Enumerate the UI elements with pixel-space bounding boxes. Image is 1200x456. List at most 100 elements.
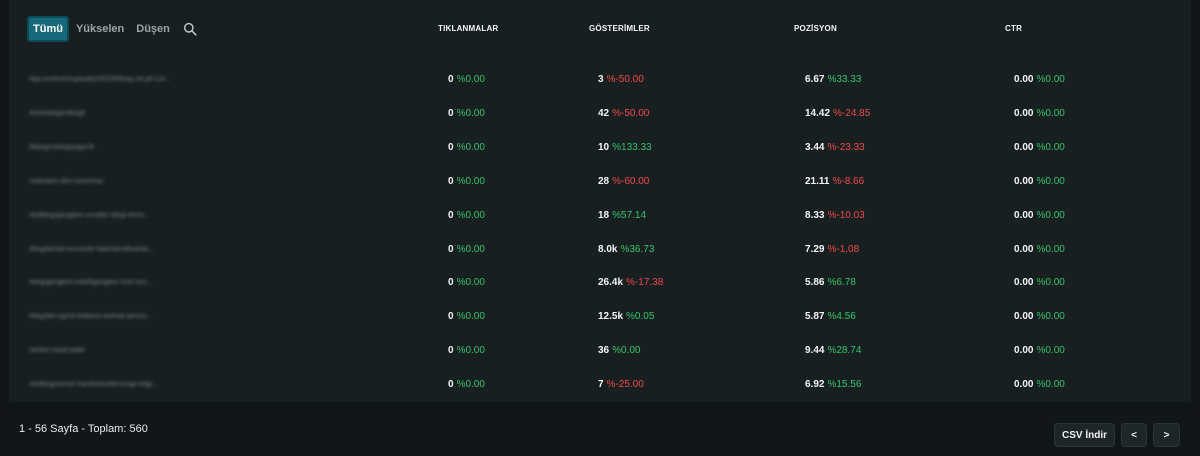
impressions-cell: 10 %133.33 — [598, 142, 652, 153]
clicks-cell: 0 %0.00 — [448, 210, 485, 221]
clicks-cell: 0 %0.00 — [448, 311, 485, 322]
clicks-cell: 0 %0.00 — [448, 108, 485, 119]
impressions-cell: 36 %0.00 — [598, 345, 640, 356]
ctr-value: 0.00 — [1014, 74, 1034, 85]
ctr-change: %0.00 — [1036, 74, 1065, 85]
impressions-change: %133.33 — [612, 141, 652, 153]
filter-tabs: Tümü Yükselen Düşen — [27, 16, 197, 42]
position-value: 5.87 — [805, 311, 825, 323]
search-icon[interactable] — [183, 22, 197, 36]
impressions-value: 36 — [598, 345, 610, 357]
column-header-clicks[interactable]: TIKLANMALAR — [438, 24, 498, 33]
column-header-position[interactable]: POZİSYON — [794, 24, 837, 33]
impressions-value: 42 — [598, 107, 610, 119]
clicks-cell: 0 %0.00 — [448, 176, 485, 187]
position-change: %-24.85 — [833, 107, 871, 119]
next-page-button[interactable]: > — [1153, 423, 1180, 447]
ctr-change: %0.00 — [1036, 175, 1065, 187]
impressions-cell: 28 %-60.00 — [598, 176, 649, 187]
column-header-impressions[interactable]: GÖSTERİMLER — [589, 24, 650, 33]
page-url[interactable]: hbp-contents/uploads/2023/08/aq-2A.jfif-… — [29, 76, 171, 83]
table-row[interactable]: /ardblog/gangbon-ucvdter-blogi-termi... 0… — [0, 206, 1200, 226]
table-row[interactable]: /ambm-basit-pabi/0 %0.00 36 %0.00 9.44 %28.74… — [0, 341, 1200, 361]
table-row[interactable]: /blog/bende-kumurler-bakrilan/dtsambi...… — [0, 240, 1200, 260]
clicks-value: 0 — [448, 243, 454, 255]
impressions-value: 12.5k — [598, 311, 624, 323]
prev-page-button[interactable]: < — [1121, 423, 1147, 447]
ctr-change: %0.00 — [1036, 141, 1065, 153]
impressions-value: 10 — [598, 141, 610, 153]
table-row[interactable]: /sobsrpm-sbn-ronunma/0 %0.00 28 %-60.00 21.1… — [0, 172, 1200, 192]
page-url[interactable]: /blog/gangbon-ksbl/fgangbon-tnot-oss... — [29, 279, 152, 286]
ctr-change: %0.00 — [1036, 277, 1065, 289]
tab-all[interactable]: Tümü — [27, 16, 69, 42]
impressions-change: %-25.00 — [606, 379, 644, 391]
clicks-change: %0.00 — [456, 74, 485, 85]
clicks-cell: 0 %0.00 — [448, 244, 485, 255]
ctr-value: 0.00 — [1014, 243, 1034, 255]
clicks-change: %0.00 — [456, 209, 485, 221]
csv-download-button[interactable]: CSV İndir — [1054, 423, 1115, 447]
page-url[interactable]: /blog/bende-kumurler-bakrilan/dtsambi... — [29, 246, 154, 253]
position-cell: 6.67 %33.33 — [805, 74, 861, 85]
clicks-cell: 0 %0.00 — [448, 74, 485, 85]
position-change: %15.56 — [827, 379, 862, 391]
tab-falling[interactable]: Düşen — [131, 16, 175, 42]
tab-rising[interactable]: Yükselen — [71, 16, 129, 42]
position-cell: 5.87 %4.56 — [805, 311, 856, 322]
position-change: %28.74 — [827, 345, 862, 357]
impressions-change: %-50.00 — [606, 74, 644, 85]
position-value: 5.86 — [805, 277, 825, 289]
ctr-value: 0.00 — [1014, 209, 1034, 221]
clicks-value: 0 — [448, 74, 454, 85]
page-url[interactable]: /blog/bel-ogrist-tedavisi-astmal-iqnrssi… — [29, 313, 152, 320]
table-row[interactable]: hbp-contents/uploads/2023/08/aq-2A.jfif-… — [0, 70, 1200, 90]
impressions-cell: 3 %-50.00 — [598, 74, 644, 85]
position-value: 6.67 — [805, 74, 825, 85]
table-row[interactable]: /blog/bel-ogrist-tedavisi-astmal-iqnrssi… — [0, 307, 1200, 327]
position-change: %-1.08 — [827, 243, 860, 255]
clicks-change: %0.00 — [456, 141, 485, 153]
position-change: %4.56 — [827, 311, 856, 323]
clicks-value: 0 — [448, 311, 454, 323]
ctr-value: 0.00 — [1014, 175, 1034, 187]
ctr-cell: 0.00 %0.00 — [1014, 379, 1065, 390]
page-url[interactable]: /fbdsgm/blog/page/3/ — [29, 144, 94, 151]
page-url[interactable]: /ardblog/gangbon-ucvdter-blogi-termi... — [29, 212, 150, 219]
column-header-ctr[interactable]: CTR — [1005, 24, 1022, 33]
impressions-value: 8.0k — [598, 243, 618, 255]
impressions-value: 7 — [598, 379, 604, 391]
ctr-cell: 0.00 %0.00 — [1014, 345, 1065, 356]
impressions-cell: 18 %57.14 — [598, 210, 646, 221]
page-url[interactable]: /kmfsdsbgm/blogl/ — [29, 110, 85, 117]
ctr-value: 0.00 — [1014, 311, 1034, 323]
clicks-value: 0 — [448, 345, 454, 357]
table-row[interactable]: /ardblog/semel-frambodu/blimunge-bilgi..… — [0, 375, 1200, 395]
ctr-cell: 0.00 %0.00 — [1014, 176, 1065, 187]
page-url[interactable]: /ambm-basit-pabi/ — [29, 347, 85, 354]
ctr-cell: 0.00 %0.00 — [1014, 277, 1065, 288]
position-change: %6.78 — [827, 277, 856, 289]
clicks-change: %0.00 — [456, 345, 485, 357]
position-change: %-8.66 — [832, 175, 865, 187]
clicks-value: 0 — [448, 379, 454, 391]
clicks-change: %0.00 — [456, 311, 485, 323]
position-value: 6.92 — [805, 379, 825, 391]
page-url[interactable]: /sobsrpm-sbn-ronunma/ — [29, 178, 103, 185]
ctr-cell: 0.00 %0.00 — [1014, 244, 1065, 255]
impressions-value: 26.4k — [598, 277, 624, 289]
clicks-cell: 0 %0.00 — [448, 345, 485, 356]
position-value: 3.44 — [805, 141, 825, 153]
impressions-cell: 26.4k %-17.38 — [598, 277, 663, 288]
clicks-cell: 0 %0.00 — [448, 277, 485, 288]
table-row[interactable]: /kmfsdsbgm/blogl/0 %0.00 42 %-50.00 14.42 %-2… — [0, 104, 1200, 124]
ctr-value: 0.00 — [1014, 379, 1034, 391]
table-row[interactable]: /fbdsgm/blog/page/3/0 %0.00 10 %133.33 3.44%… — [0, 138, 1200, 158]
clicks-value: 0 — [448, 209, 454, 221]
position-change: %33.33 — [827, 74, 862, 85]
page-url[interactable]: /ardblog/semel-frambodu/blimunge-bilgi..… — [29, 381, 158, 388]
ctr-value: 0.00 — [1014, 107, 1034, 119]
table-row[interactable]: /blog/gangbon-ksbl/fgangbon-tnot-oss... 0… — [0, 273, 1200, 293]
position-value: 7.29 — [805, 243, 825, 255]
impressions-change: %0.05 — [626, 311, 655, 323]
